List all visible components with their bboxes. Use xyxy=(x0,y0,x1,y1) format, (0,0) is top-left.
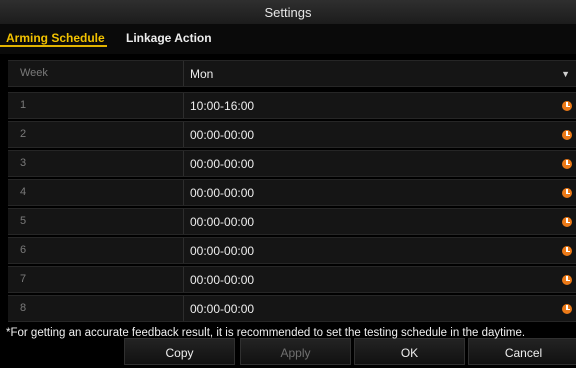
period-index: 5 xyxy=(20,215,27,227)
period-time[interactable]: 10:00-16:00 xyxy=(190,99,254,113)
clock-icon[interactable] xyxy=(562,159,572,169)
schedule-row: 6 00:00-00:00 xyxy=(8,237,576,264)
apply-button[interactable]: Apply xyxy=(240,338,351,365)
period-time[interactable]: 00:00-00:00 xyxy=(190,186,254,200)
schedule-row: 4 00:00-00:00 xyxy=(8,179,576,206)
period-time[interactable]: 00:00-00:00 xyxy=(190,273,254,287)
clock-icon[interactable] xyxy=(562,130,572,140)
period-index: 2 xyxy=(20,128,27,140)
schedule-row: 1 10:00-16:00 xyxy=(8,92,576,119)
period-index-cell: 5 xyxy=(8,209,184,234)
schedule-row: 5 00:00-00:00 xyxy=(8,208,576,235)
period-time[interactable]: 00:00-00:00 xyxy=(190,157,254,171)
clock-icon[interactable] xyxy=(562,304,572,314)
schedule-row: 3 00:00-00:00 xyxy=(8,150,576,177)
period-index: 7 xyxy=(20,273,27,285)
week-label: Week xyxy=(20,67,48,79)
tab-arming-schedule[interactable]: Arming Schedule xyxy=(6,31,105,45)
period-index: 6 xyxy=(20,244,27,256)
schedule-row: 8 00:00-00:00 xyxy=(8,295,576,322)
period-time[interactable]: 00:00-00:00 xyxy=(190,128,254,142)
clock-icon[interactable] xyxy=(562,188,572,198)
tab-linkage-action[interactable]: Linkage Action xyxy=(126,31,212,45)
period-index: 1 xyxy=(20,99,27,111)
period-index-cell: 1 xyxy=(8,93,184,118)
recommendation-note: *For getting an accurate feedback result… xyxy=(6,327,526,339)
period-index: 8 xyxy=(20,302,27,314)
chevron-down-icon[interactable]: ▼ xyxy=(561,69,570,79)
schedule-row: 7 00:00-00:00 xyxy=(8,266,576,293)
period-index: 3 xyxy=(20,157,27,169)
day-select-value[interactable]: Mon xyxy=(190,67,213,81)
clock-icon[interactable] xyxy=(562,101,572,111)
period-index-cell: 2 xyxy=(8,122,184,147)
period-time[interactable]: 00:00-00:00 xyxy=(190,302,254,316)
period-index-cell: 4 xyxy=(8,180,184,205)
period-time[interactable]: 00:00-00:00 xyxy=(190,215,254,229)
ok-button[interactable]: OK xyxy=(354,338,465,365)
clock-icon[interactable] xyxy=(562,275,572,285)
clock-icon[interactable] xyxy=(562,246,572,256)
cancel-button[interactable]: Cancel xyxy=(468,338,576,365)
window-title: Settings xyxy=(264,5,312,20)
schedule-row: 2 00:00-00:00 xyxy=(8,121,576,148)
period-index-cell: 7 xyxy=(8,267,184,292)
period-index-cell: 6 xyxy=(8,238,184,263)
period-time[interactable]: 00:00-00:00 xyxy=(190,244,254,258)
period-index-cell: 3 xyxy=(8,151,184,176)
week-label-cell: Week xyxy=(8,61,184,86)
period-index-cell: 8 xyxy=(8,296,184,321)
period-index: 4 xyxy=(20,186,27,198)
week-selector-row: Week Mon ▼ xyxy=(8,60,576,87)
copy-button[interactable]: Copy xyxy=(124,338,235,365)
clock-icon[interactable] xyxy=(562,217,572,227)
title-bar: Settings xyxy=(0,0,576,25)
active-tab-indicator xyxy=(0,45,107,47)
tab-bar: Arming Schedule Linkage Action xyxy=(0,24,576,54)
